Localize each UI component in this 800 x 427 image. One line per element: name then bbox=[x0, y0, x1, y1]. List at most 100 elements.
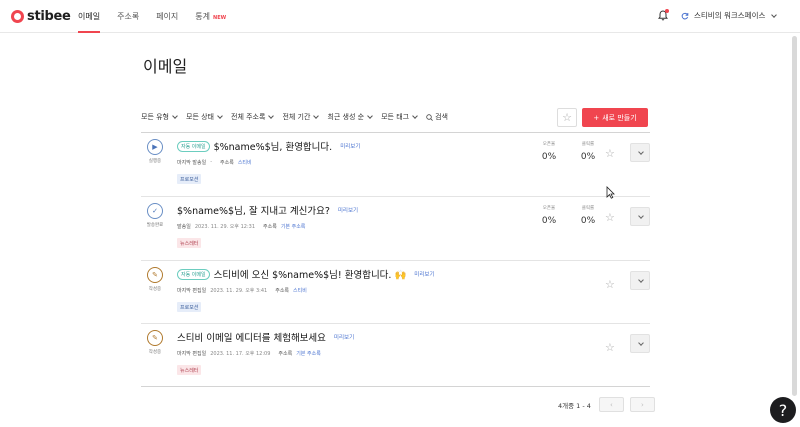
email-title[interactable]: 스티비에 오신 $%name%$님! 환영합니다. 🙌 bbox=[214, 267, 407, 281]
chevron-down-icon bbox=[638, 148, 644, 155]
chevron-right-icon: › bbox=[641, 400, 644, 409]
filter-status[interactable]: 모든 상태 bbox=[186, 112, 223, 122]
email-title-line: 자동 이메일 $%name%$님, 환영합니다. 미리보기 bbox=[177, 139, 360, 153]
chevron-down-icon bbox=[638, 339, 644, 346]
tag-chip: 뉴스레터 bbox=[177, 365, 202, 375]
auto-email-tag: 자동 이메일 bbox=[177, 268, 210, 280]
tag-chip: 뉴스레터 bbox=[177, 238, 202, 248]
list-link[interactable]: 스티비 bbox=[293, 287, 307, 294]
list-link[interactable]: 기본 주소록 bbox=[296, 350, 321, 357]
list-link[interactable]: 기본 주소록 bbox=[281, 223, 306, 230]
open-rate: 오픈율 0% bbox=[534, 205, 564, 226]
email-title-line: 스티비 이메일 에디터를 체험해보세요 미리보기 bbox=[177, 330, 354, 344]
tag-chip: 프로모션 bbox=[177, 302, 202, 312]
status-label: 실행중 bbox=[148, 159, 162, 164]
nav-tab-label: 이메일 bbox=[78, 12, 101, 21]
next-page-button[interactable]: › bbox=[629, 397, 655, 412]
create-new-button[interactable]: + 새로 만들기 bbox=[582, 108, 648, 127]
search-button[interactable]: 검색 bbox=[426, 112, 448, 122]
list-label: 주소록 bbox=[263, 224, 277, 230]
email-row[interactable]: ✎ 작성중 스티비 이메일 에디터를 체험해보세요 미리보기 마지막 편집일 2… bbox=[141, 324, 650, 387]
nav-tab-email[interactable]: 이메일 bbox=[78, 0, 101, 33]
filter-label: 전체 기간 bbox=[282, 113, 311, 121]
create-new-label: 새로 만들기 bbox=[602, 113, 637, 122]
stat-label: 오픈율 bbox=[542, 142, 556, 147]
meta-label: 마지막 편집일 bbox=[177, 288, 207, 294]
star-icon: ☆ bbox=[562, 111, 572, 124]
new-badge: NEW bbox=[213, 15, 227, 21]
email-title-line: $%name%$님, 잘 지내고 계신가요? 미리보기 bbox=[177, 203, 358, 217]
filter-list[interactable]: 전체 주소록 bbox=[231, 112, 275, 122]
status-indicator: ✓ 발송완료 bbox=[141, 203, 169, 228]
email-row[interactable]: ▶ 실행중 자동 이메일 $%name%$님, 환영합니다. 미리보기 마지막 … bbox=[141, 133, 650, 196]
star-icon[interactable]: ☆ bbox=[605, 278, 615, 291]
row-options-button[interactable] bbox=[630, 334, 650, 353]
email-row[interactable]: ✓ 발송완료 $%name%$님, 잘 지내고 계신가요? 미리보기 발송일 2… bbox=[141, 197, 650, 260]
chevron-down-icon bbox=[771, 11, 778, 18]
prev-page-button[interactable]: ‹ bbox=[598, 397, 624, 412]
check-icon: ✓ bbox=[147, 203, 163, 219]
preview-link[interactable]: 미리보기 bbox=[414, 270, 434, 278]
chevron-left-icon: ‹ bbox=[610, 400, 613, 409]
email-title-line: 자동 이메일 스티비에 오신 $%name%$님! 환영합니다. 🙌 미리보기 bbox=[177, 267, 435, 281]
logo-text: stibee bbox=[27, 9, 71, 24]
email-title[interactable]: 스티비 이메일 에디터를 체험해보세요 bbox=[177, 330, 326, 344]
open-rate: 오픈율 0% bbox=[534, 141, 564, 162]
logo[interactable]: stibee bbox=[11, 9, 71, 24]
nav-tab-stats[interactable]: 통계 NEW bbox=[195, 0, 226, 33]
scrollbar[interactable] bbox=[792, 36, 797, 396]
chevron-down-icon bbox=[313, 113, 320, 119]
row-options-button[interactable] bbox=[630, 271, 650, 290]
meta-date: 2023. 11. 29. 오후 12:31 bbox=[194, 224, 255, 230]
list-link[interactable]: 스티비 bbox=[238, 159, 252, 166]
status-label: 작성중 bbox=[148, 287, 162, 292]
list-label: 주소록 bbox=[220, 160, 234, 166]
preview-link[interactable]: 미리보기 bbox=[334, 333, 354, 341]
filter-sort[interactable]: 최근 생성 순 bbox=[327, 112, 373, 122]
nav-tab-label: 페이지 bbox=[156, 12, 179, 21]
email-title[interactable]: $%name%$님, 환영합니다. bbox=[214, 139, 333, 153]
help-button[interactable]: ? bbox=[770, 397, 796, 423]
workspace-switcher[interactable]: 스티비의 워크스페이스 bbox=[681, 10, 778, 21]
auto-email-tag: 자동 이메일 bbox=[177, 140, 210, 152]
chevron-down-icon bbox=[412, 113, 418, 119]
favorites-filter-button[interactable]: ☆ bbox=[557, 108, 577, 127]
star-icon[interactable]: ☆ bbox=[605, 147, 615, 160]
email-title[interactable]: $%name%$님, 잘 지내고 계신가요? bbox=[177, 203, 330, 217]
row-options-button[interactable] bbox=[630, 207, 650, 226]
stat-value: 0% bbox=[580, 152, 596, 162]
search-icon bbox=[426, 113, 433, 121]
filter-label: 전체 주소록 bbox=[231, 113, 266, 121]
email-row[interactable]: ✎ 작성중 자동 이메일 스티비에 오신 $%name%$님! 환영합니다. 🙌… bbox=[141, 261, 650, 324]
chevron-down-icon bbox=[172, 113, 178, 119]
preview-link[interactable]: 미리보기 bbox=[340, 142, 360, 150]
page-title: 이메일 bbox=[143, 57, 188, 76]
filter-tags[interactable]: 모든 태그 bbox=[381, 112, 418, 122]
logo-mark-icon bbox=[11, 10, 24, 23]
email-meta: 마지막 편집일 2023. 11. 29. 오후 3:41 주소록 스티비 bbox=[177, 287, 307, 294]
filter-label: 최근 생성 순 bbox=[327, 113, 365, 121]
nav-tab-address-book[interactable]: 주소록 bbox=[117, 0, 139, 33]
filter-bar: 모든 유형 모든 상태 전체 주소록 전체 기간 최근 생성 순 모든 태그 검… bbox=[141, 112, 448, 122]
star-icon[interactable]: ☆ bbox=[605, 211, 615, 224]
email-meta: 마지막 편집일 2023. 11. 17. 오후 12:09 주소록 기본 주소… bbox=[177, 350, 321, 357]
play-icon: ▶ bbox=[147, 139, 163, 155]
help-icon: ? bbox=[778, 400, 788, 420]
status-label: 발송완료 bbox=[146, 223, 164, 228]
stat-value: 0% bbox=[541, 152, 557, 162]
stat-label: 클릭률 bbox=[581, 206, 595, 211]
stat-label: 클릭률 bbox=[581, 142, 595, 147]
filter-label: 모든 태그 bbox=[381, 113, 410, 121]
click-rate: 클릭률 0% bbox=[573, 141, 603, 162]
chevron-down-icon bbox=[638, 276, 644, 283]
filter-label: 모든 유형 bbox=[141, 113, 169, 121]
star-icon[interactable]: ☆ bbox=[605, 341, 615, 354]
preview-link[interactable]: 미리보기 bbox=[338, 206, 358, 214]
meta-date: 2023. 11. 29. 오후 3:41 bbox=[210, 288, 268, 294]
nav-tab-pages[interactable]: 페이지 bbox=[156, 0, 178, 33]
status-indicator: ✎ 작성중 bbox=[141, 330, 169, 355]
filter-type[interactable]: 모든 유형 bbox=[141, 112, 178, 122]
row-options-button[interactable] bbox=[630, 143, 650, 162]
status-label: 작성중 bbox=[148, 350, 162, 355]
filter-period[interactable]: 전체 기간 bbox=[282, 112, 320, 122]
